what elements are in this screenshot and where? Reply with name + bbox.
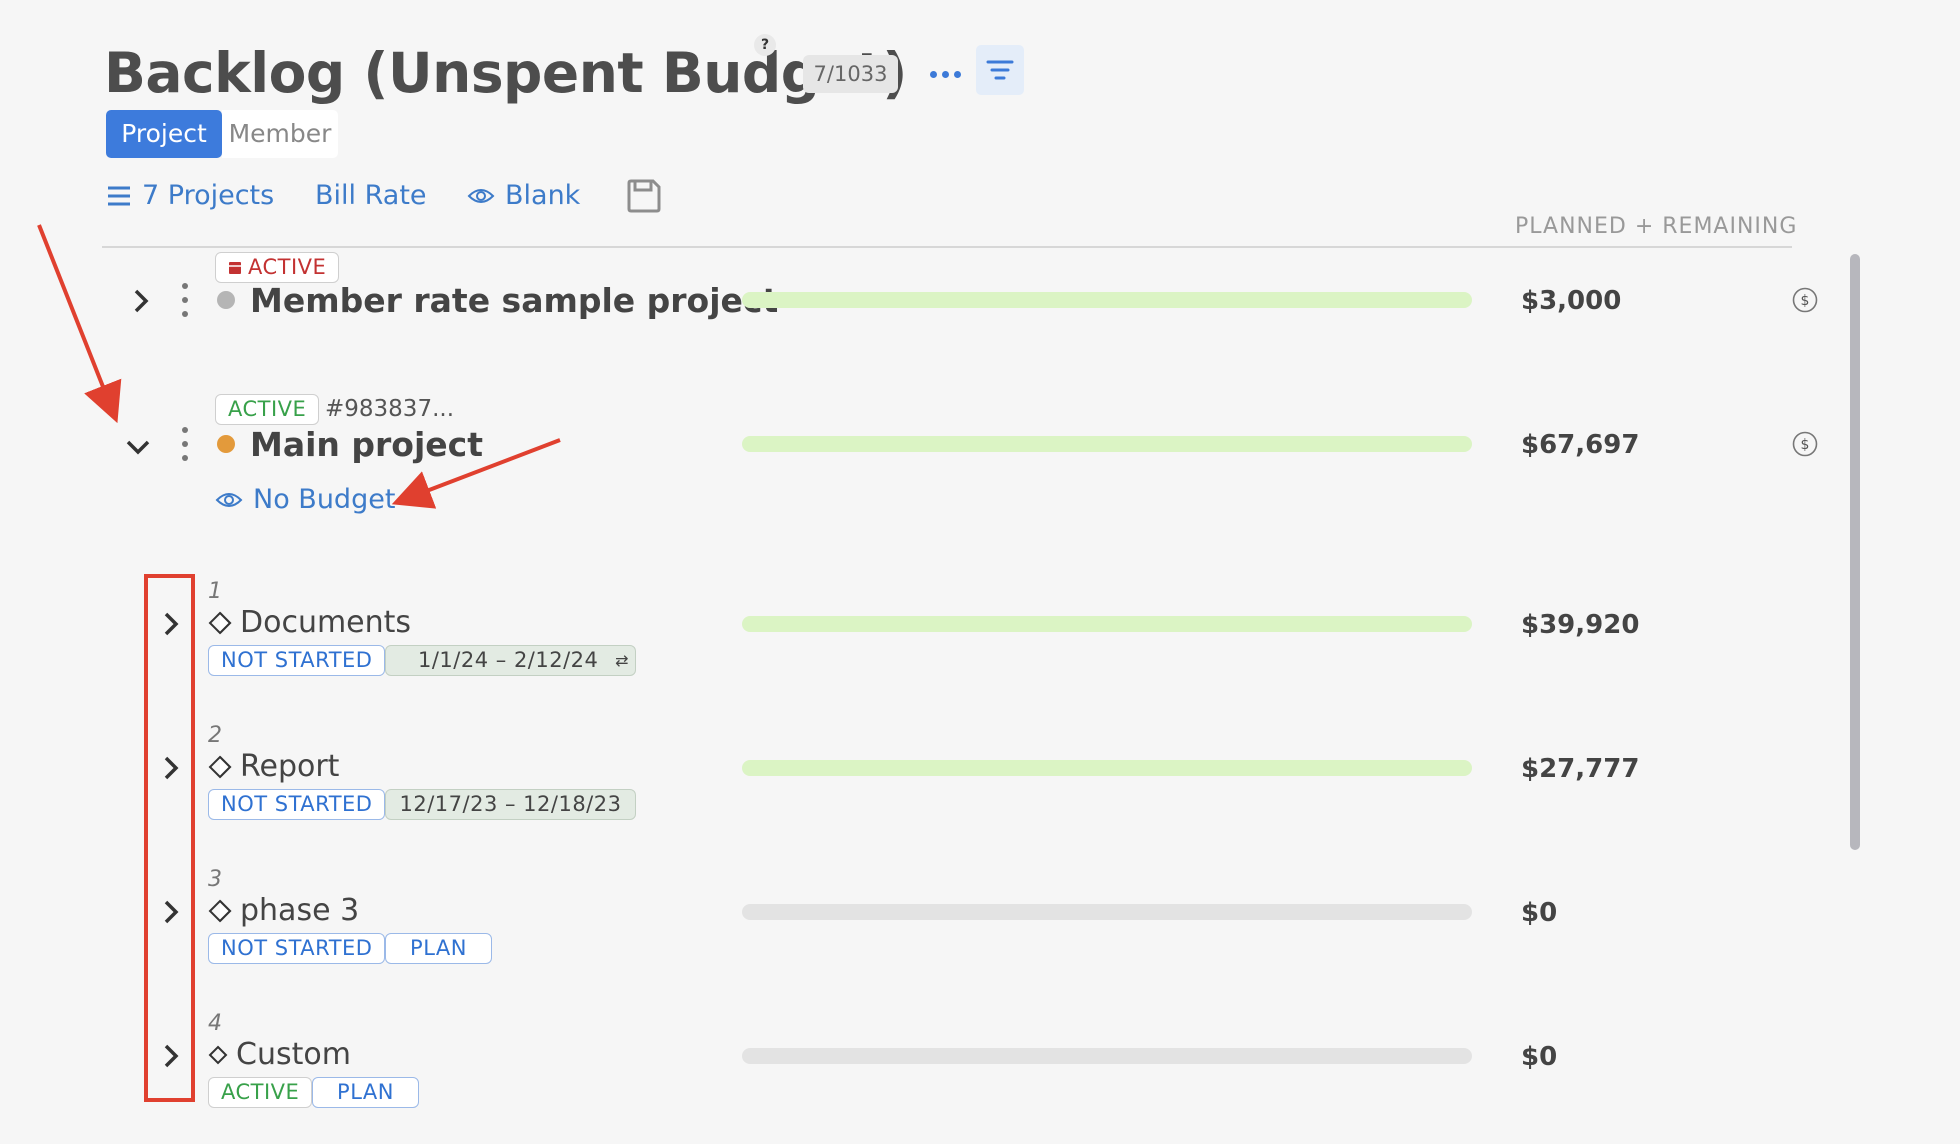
annotation-arrow (37, 224, 122, 424)
annotation-arrows (37, 224, 561, 509)
annotation-arrow (391, 438, 561, 509)
